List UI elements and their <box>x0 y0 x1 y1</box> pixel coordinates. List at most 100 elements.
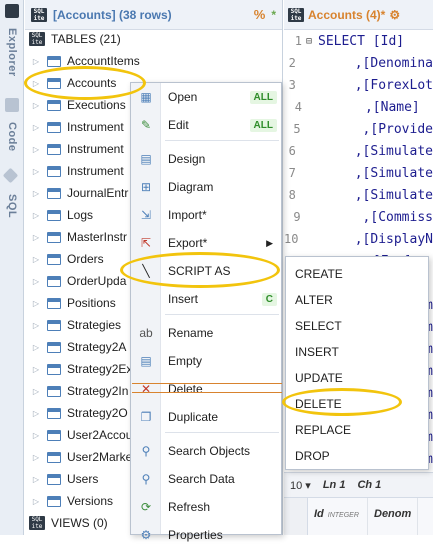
expand-arrow-icon[interactable]: ▷ <box>31 497 41 506</box>
menu-item-diagram[interactable]: ⊞ Diagram <box>131 173 281 201</box>
menu-item-design[interactable]: ▤ Design <box>131 145 281 173</box>
line-indicator: Ln 1 <box>322 479 346 491</box>
menu-item-search-data[interactable]: ⚲ Search Data <box>131 465 281 493</box>
menu-item-duplicate[interactable]: ❐ Duplicate <box>131 403 281 431</box>
line-number: 4 <box>294 100 302 114</box>
script-as-create[interactable]: CREATE <box>286 261 428 287</box>
script-as-insert[interactable]: INSERT <box>286 339 428 365</box>
tab-sql[interactable]: SQL <box>2 186 22 226</box>
table-icon <box>47 495 61 507</box>
expand-arrow-icon[interactable]: ▷ <box>31 409 41 418</box>
shortcut-badge: ALL <box>249 90 277 104</box>
table-icon <box>47 473 61 485</box>
table-item-label: Logs <box>67 208 94 222</box>
menu-item-import[interactable]: ⇲ Import* <box>131 201 281 229</box>
tab-code[interactable]: Code <box>2 114 22 160</box>
tab-explorer[interactable]: Explorer <box>2 22 22 82</box>
gear-icon[interactable]: ⚙ <box>389 8 400 22</box>
rows-selector[interactable]: 10 ▾ <box>290 479 311 492</box>
shortcut-badge: C <box>261 292 277 306</box>
menu-separator <box>165 140 279 141</box>
table-item-label: Strategy2Ex <box>67 362 133 376</box>
expand-arrow-icon[interactable]: ▷ <box>31 475 41 484</box>
expand-arrow-icon[interactable]: ▷ <box>31 431 41 440</box>
menu-item-refresh[interactable]: ⟳ Refresh <box>131 493 281 521</box>
menu-item-insert[interactable]: Insert C <box>131 285 281 313</box>
expand-arrow-icon[interactable]: ▷ <box>31 189 41 198</box>
menu-item-label: Duplicate <box>168 410 219 424</box>
expand-arrow-icon[interactable]: ▷ <box>31 299 41 308</box>
expand-arrow-icon[interactable]: ▷ <box>31 255 41 264</box>
expand-arrow-icon[interactable]: ▷ <box>31 57 41 66</box>
empty-icon: ▤ <box>140 354 152 368</box>
script-as-update[interactable]: UPDATE <box>286 365 428 391</box>
table-item[interactable]: ▷ AccountItems <box>25 50 282 72</box>
table-item-label: Strategy2O <box>67 406 128 420</box>
menu-item-label: Empty <box>168 354 203 368</box>
table-item-label: Positions <box>67 296 116 310</box>
script-as-select[interactable]: SELECT <box>286 313 428 339</box>
expand-arrow-icon[interactable]: ▷ <box>31 277 41 286</box>
code-text: ,[DisplayN <box>307 231 433 247</box>
menu-item-search-objects[interactable]: ⚲ Search Objects <box>131 437 281 465</box>
menu-item-label: Rename <box>168 326 214 340</box>
fold-toggle-icon[interactable]: ⊟ <box>306 36 318 47</box>
line-number: 9 <box>293 210 301 224</box>
menu-item-delete[interactable]: ✕ Delete <box>131 375 281 403</box>
expand-arrow-icon[interactable]: ▷ <box>31 233 41 242</box>
expand-arrow-icon[interactable]: ▷ <box>31 167 41 176</box>
script-as-drop[interactable]: DROP <box>286 443 428 469</box>
expand-arrow-icon[interactable]: ▷ <box>31 211 41 220</box>
line-number: 10 <box>284 232 299 246</box>
menu-item-empty[interactable]: ▤ Empty <box>131 347 281 375</box>
table-icon <box>47 231 61 243</box>
table-item-label: Instrument <box>67 120 124 134</box>
open-table-icon: ▦ <box>140 90 152 104</box>
context-menu: ▦ Open ALL ✎ Edit ALL ▤ Design ⊞ Diagram ⇲ Import* ⇱… <box>130 82 282 542</box>
table-icon <box>47 341 61 353</box>
grid-column-id[interactable]: Id INTEGER <box>308 498 368 535</box>
expand-arrow-icon[interactable]: ▷ <box>31 321 41 330</box>
menu-item-label: Search Data <box>168 472 235 486</box>
code-icon <box>5 98 19 112</box>
table-icon <box>47 297 61 309</box>
expand-arrow-icon[interactable]: ▷ <box>31 365 41 374</box>
expand-arrow-icon[interactable]: ▷ <box>31 79 41 88</box>
table-item-label: Strategy2In <box>67 384 129 398</box>
expand-arrow-icon[interactable]: ▷ <box>31 101 41 110</box>
menu-item-script-as[interactable]: ╲ SCRIPT AS <box>131 257 281 285</box>
tables-node[interactable]: SQL ite TABLES (21) <box>25 28 282 50</box>
percent-button[interactable]: % <box>254 7 266 22</box>
menu-item-edit[interactable]: ✎ Edit ALL <box>131 111 281 139</box>
menu-item-export[interactable]: ⇱ Export* ▶ <box>131 229 281 257</box>
pin-icon[interactable]: * <box>271 8 276 22</box>
menu-item-rename[interactable]: ab Rename <box>131 319 281 347</box>
expand-arrow-icon[interactable]: ▷ <box>31 453 41 462</box>
expand-arrow-icon[interactable]: ▷ <box>31 387 41 396</box>
menu-item-label: Design <box>168 152 206 166</box>
sql-icon <box>2 167 19 184</box>
expand-arrow-icon[interactable]: ▷ <box>31 145 41 154</box>
code-text: ,[Simulate <box>307 165 433 181</box>
script-as-delete[interactable]: DELETE <box>286 391 428 417</box>
expand-arrow-icon[interactable]: ▷ <box>31 123 41 132</box>
menu-item-open[interactable]: ▦ Open ALL <box>131 83 281 111</box>
script-as-replace[interactable]: REPLACE <box>286 417 428 443</box>
menu-item-properties[interactable]: ⚙ Properties <box>131 521 281 549</box>
sql-lite-icon <box>5 4 19 18</box>
table-icon <box>47 143 61 155</box>
grid-column-denom[interactable]: Denom <box>368 498 419 535</box>
code-text: SELECT [Id] <box>318 33 405 49</box>
table-item-label: Users <box>67 472 99 486</box>
expand-arrow-icon[interactable]: ▷ <box>31 343 41 352</box>
code-line: 3 ,[ForexLot <box>284 74 433 96</box>
refresh-icon: ⟳ <box>140 500 152 514</box>
editor-tab[interactable]: SQL ite Accounts (4)* ⚙ <box>284 0 433 30</box>
code-line: 6 ,[Simulate <box>284 140 433 162</box>
table-icon <box>47 121 61 133</box>
table-item-label: Strategies <box>67 318 122 332</box>
table-icon <box>47 253 61 265</box>
code-text: ,[ForexLot <box>307 77 433 93</box>
script-as-alter[interactable]: ALTER <box>286 287 428 313</box>
table-icon <box>47 165 61 177</box>
